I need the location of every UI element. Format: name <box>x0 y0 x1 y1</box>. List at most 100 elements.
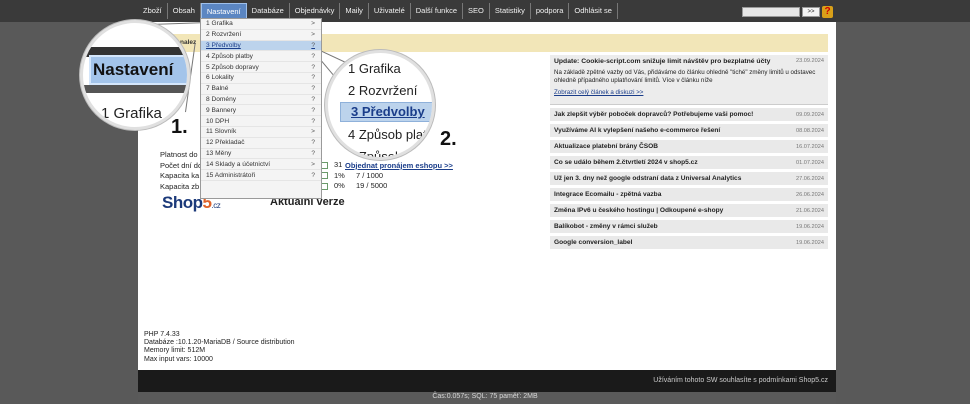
news-item-title: Už jen 3. dny než google odstraní data z… <box>554 175 742 182</box>
stat-label: Počet dní do <box>160 160 203 170</box>
featured-news-more-link[interactable]: Zobrazit celý článek a diskuzi >> <box>554 89 824 96</box>
news-item[interactable]: Jak zlepšit výběr poboček dopravců? Potř… <box>550 108 828 121</box>
nav-item[interactable]: Nastavení <box>200 3 247 19</box>
nav-item[interactable]: Další funkce <box>411 3 464 19</box>
mag-menu-item: 1 Grafika <box>348 61 401 76</box>
mag-menu-item: 2 Rozvržení <box>348 83 418 98</box>
dropdown-item-label: 1 Grafika <box>206 20 233 28</box>
dropdown-item-label: 10 DPH <box>206 117 230 125</box>
news-list: Jak zlepšit výběr poboček dopravců? Potř… <box>550 108 828 249</box>
stat-percent: 31 <box>334 160 343 169</box>
nav-item[interactable]: Uživatelé <box>369 3 411 19</box>
dropdown-item-indicator: > <box>311 31 315 39</box>
dropdown-item[interactable]: 6 Lokality? <box>201 73 321 84</box>
nav-item[interactable]: Databáze <box>247 3 290 19</box>
sysinfo-line: Max input vars: 10000 <box>144 355 213 363</box>
dropdown-item[interactable]: 13 Měny? <box>201 149 321 160</box>
news-item-date: 16.07.2024 <box>796 143 824 150</box>
news-item[interactable]: Změna IPv6 u českého hostingu | Odkoupen… <box>550 204 828 217</box>
nav-item[interactable]: Obsah <box>168 3 201 19</box>
dropdown-item[interactable]: 12 Překladač? <box>201 138 321 149</box>
system-info: PHP 7.4.33 Databáze :10.1.20-MariaDB / S… <box>144 331 295 364</box>
main-menu: Zboží Obsah Nastavení Databáze Objednávky Mai… <box>138 3 618 19</box>
mag-underbar <box>83 85 187 93</box>
news-item-title: Balíkobot - změny v rámci služeb <box>554 223 658 230</box>
dropdown-item-label: 9 Bannery <box>206 106 237 114</box>
dropdown-item[interactable]: 3 Předvolby? <box>201 40 321 52</box>
news-item[interactable]: Využíváme AI k vylepšení našeho e-commer… <box>550 124 828 137</box>
sysinfo-line: Databáze :10.1.20-MariaDB / Source distr… <box>144 339 295 347</box>
news-item[interactable]: Už jen 3. dny než google odstraní data z… <box>550 172 828 185</box>
news-item-title: Google conversion_label <box>554 239 633 246</box>
license-stats-labels: Platnost do Počet dní do Kapacita ka Kap… <box>160 150 202 192</box>
capacity-checkbox <box>321 172 328 180</box>
nav-item[interactable]: SEO <box>463 3 490 19</box>
dropdown-item[interactable]: 4 Způsob platby? <box>201 51 321 63</box>
stat-row: 0% 19 / 5000 <box>321 181 387 192</box>
search-input[interactable] <box>742 7 800 17</box>
dropdown-item-label: 2 Rozvržení <box>206 31 242 39</box>
news-item[interactable]: Balíkobot - změny v rámci služeb 19.06.20… <box>550 220 828 233</box>
news-item-date: 09.09.2024 <box>796 111 824 118</box>
dropdown-item-indicator: > <box>311 160 315 168</box>
featured-news-title[interactable]: Update: Cookie-script.com snižuje limit … <box>554 58 770 65</box>
news-panel: Update: Cookie-script.com snižuje limit … <box>550 55 828 249</box>
dropdown-item[interactable]: 14 Sklady a účetnictví > <box>201 159 321 171</box>
nav-item[interactable]: Objednávky <box>290 3 341 19</box>
magnifier-nav: Nastavení 1 Grafika <box>80 20 190 130</box>
render-info: Čas:0.057s; SQL: 75 paměť: 2MB <box>432 393 538 400</box>
news-item[interactable]: Google conversion_label 19.06.2024 <box>550 236 828 249</box>
dropdown-item[interactable]: 10 DPH? <box>201 116 321 127</box>
dropdown-item-label: 12 Překladač <box>206 139 245 147</box>
dropdown-item-label: 6 Lokality <box>206 74 234 82</box>
dropdown-item[interactable]: 7 Balné? <box>201 84 321 95</box>
help-icon[interactable]: ? <box>822 6 833 18</box>
dropdown-item[interactable]: 11 Slovník > <box>201 127 321 138</box>
news-item-date: 01.07.2024 <box>796 159 824 166</box>
news-item-date: 19.06.2024 <box>796 223 824 230</box>
mag-menu-item: 1 Grafika <box>101 105 162 122</box>
dropdown-item-label: 13 Měny <box>206 149 232 157</box>
news-item[interactable]: Aktualizace platební brány ČSOB 16.07.202… <box>550 140 828 153</box>
order-rental-link[interactable]: Objednat pronájem eshopu >> <box>345 161 453 170</box>
dropdown-item-indicator: ? <box>311 149 315 157</box>
search-button[interactable]: >> <box>802 7 820 17</box>
dropdown-item-label: 5 Způsob dopravy <box>206 63 259 71</box>
step-number-1: 1. <box>171 116 188 138</box>
nav-item[interactable]: Statistiky <box>490 3 531 19</box>
sysinfo-line: PHP 7.4.33 <box>144 331 180 338</box>
nav-item[interactable]: Zboží <box>138 3 168 19</box>
dropdown-item-indicator: ? <box>311 52 315 60</box>
news-item[interactable]: Integrace Ecomailu - zpětná vazba 26.06.2… <box>550 188 828 201</box>
news-item[interactable]: Co se událo během 2.čtvrtletí 2024 v sho… <box>550 156 828 169</box>
dropdown-item-label: 14 Sklady a účetnictví <box>206 160 271 168</box>
news-item-title: Změna IPv6 u českého hostingu | Odkoupen… <box>554 207 724 214</box>
dropdown-item-indicator: ? <box>311 95 315 103</box>
news-item-date: 19.06.2024 <box>796 239 824 246</box>
dim-backdrop-right <box>836 0 970 404</box>
dropdown-item-indicator: ? <box>311 106 315 114</box>
dropdown-item-label: 8 Domény <box>206 95 237 103</box>
stat-percent: 0% <box>334 181 345 190</box>
mag-tab-settings: Nastavení <box>89 55 187 85</box>
dropdown-item[interactable]: 9 Bannery? <box>201 105 321 117</box>
dropdown-item[interactable]: 5 Způsob dopravy? <box>201 62 321 73</box>
nav-item[interactable]: Maily <box>340 3 369 19</box>
news-item-date: 26.06.2024 <box>796 191 824 198</box>
dropdown-item-label: 7 Balné <box>206 85 229 93</box>
dropdown-item[interactable]: 2 Rozvržení > <box>201 30 321 41</box>
settings-dropdown-menu: 1 Grafika >2 Rozvržení >3 Předvolby? 4 Způs… <box>200 18 322 199</box>
dropdown-item[interactable]: 15 Administrátoři? <box>201 170 321 181</box>
dropdown-item[interactable]: 8 Domény? <box>201 95 321 106</box>
featured-news: Update: Cookie-script.com snižuje limit … <box>550 55 828 105</box>
news-item-date: 27.06.2024 <box>796 175 824 182</box>
nav-item[interactable]: Odhlásit se <box>569 3 618 19</box>
news-item-title: Jak zlepšit výběr poboček dopravců? Potř… <box>554 111 754 118</box>
dropdown-item[interactable]: 1 Grafika > <box>201 19 321 30</box>
nav-item[interactable]: podpora <box>531 3 570 19</box>
magnifier-menu: 1 Grafika 2 Rozvržení 3 Předvolby 4 Způs… <box>325 50 435 160</box>
stat-label: Kapacita ka <box>160 171 200 180</box>
top-navigation-bar: Zboží Obsah Nastavení Databáze Objednávky Mai… <box>0 0 970 22</box>
featured-news-body: Na základě zpětné vazby od Vás, přidávám… <box>554 69 816 84</box>
capacity-checkbox <box>321 161 328 169</box>
